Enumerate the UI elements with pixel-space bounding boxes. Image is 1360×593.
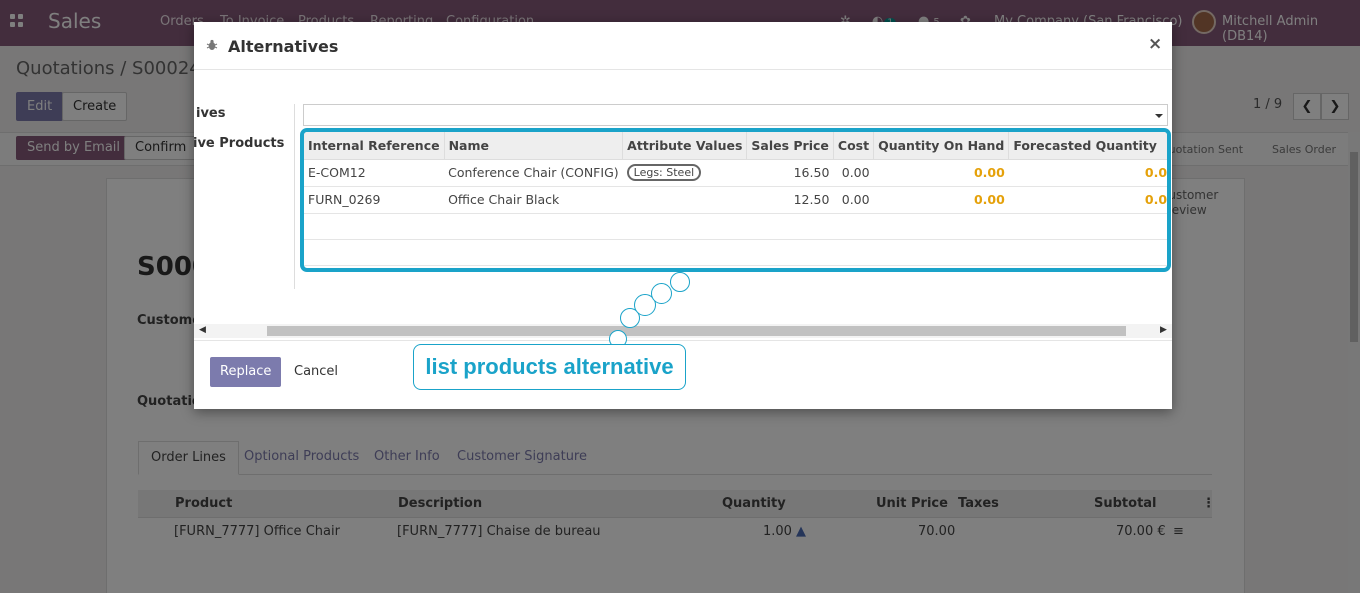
col-name[interactable]: Name [444,132,624,160]
scroll-left-icon[interactable]: ◀ [199,325,206,335]
alternative-products-grid: Internal Reference Name Attribute Values… [300,128,1171,272]
table-row[interactable]: FURN_0269 Office Chair Black 12.50 0.00 … [304,186,1167,214]
cell-ref: E-COM12 [304,159,445,187]
cell-on-hand: 0.00 [873,186,1009,214]
dialog-title: Alternatives [228,37,339,56]
alternative-products-label: ive Products [194,136,285,151]
cancel-button[interactable]: Cancel [294,364,338,379]
cell-cost: 0.00 [833,159,874,187]
alternatives-label: ives [196,106,226,121]
scroll-right-icon[interactable]: ▶ [1160,325,1167,335]
cell-ref: FURN_0269 [304,186,445,214]
col-sales-price[interactable]: Sales Price [746,132,834,160]
col-attribute-values[interactable]: Attribute Values [622,132,748,160]
col-quantity-on-hand[interactable]: Quantity On Hand [873,132,1010,160]
attribute-tag: Legs: Steel [626,164,702,181]
annotation-callout: list products alternative [413,344,686,390]
callout-bubble [670,272,690,292]
cell-price: 16.50 [746,159,834,187]
cell-forecast: 0.00 [1008,186,1167,214]
cell-cost: 0.00 [833,186,874,214]
col-forecasted-quantity[interactable]: Forecasted Quantity ⋮ [1008,132,1167,160]
alternative-products-table: Internal Reference Name Attribute Values… [304,132,1167,266]
empty-row [304,213,1167,240]
col-cost[interactable]: Cost [833,132,875,160]
replace-button[interactable]: Replace [210,357,282,387]
chevron-down-icon [1155,114,1163,118]
cell-on-hand: 0.00 [873,159,1009,187]
alternatives-select[interactable] [303,104,1168,126]
scrollbar-thumb[interactable] [267,326,1126,336]
cell-forecast: 0.00 [1008,159,1167,187]
label-divider [294,104,295,289]
col-forecasted-quantity-label: Forecasted Quantity [1013,137,1157,153]
dialog-header-divider [194,69,1172,70]
cell-name: Conference Chair (CONFIG) [444,159,623,187]
bug-icon [206,39,218,50]
table-row[interactable]: E-COM12 Conference Chair (CONFIG) Legs: … [304,159,1167,187]
cell-attributes [622,186,747,214]
cell-attributes: Legs: Steel [622,159,747,187]
optional-columns-icon[interactable]: ⋮ [1163,138,1167,153]
empty-row [304,239,1167,266]
cell-price: 12.50 [746,186,834,214]
dialog-footer-divider [194,340,1172,341]
close-icon[interactable]: × [1148,34,1162,54]
cell-name: Office Chair Black [444,186,623,214]
col-internal-reference[interactable]: Internal Reference [304,132,445,160]
callout-bubble [651,283,672,304]
